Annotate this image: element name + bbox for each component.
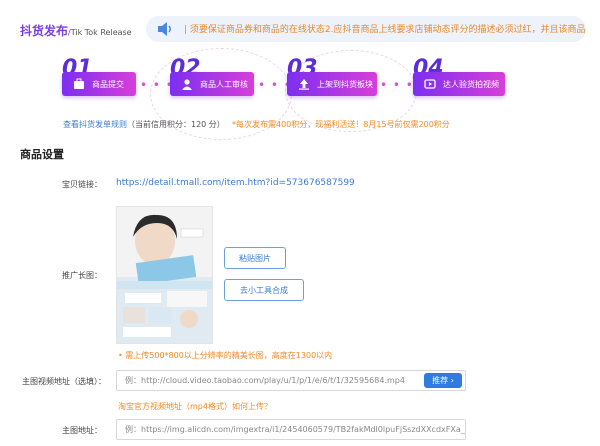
video-help-link[interactable]: 淘宝官方视频地址（mp4格式）如何上传？ — [118, 401, 272, 412]
step-商品提交: 商品提交 — [62, 72, 136, 96]
speaker-icon — [158, 22, 171, 36]
tool-compose-button[interactable]: 去小工具合成 — [224, 279, 304, 301]
cart-icon — [72, 77, 86, 91]
item-link-label: 宝贝链接： — [62, 180, 102, 189]
paste-image-button[interactable]: 粘贴图片 — [224, 247, 286, 269]
step-label: 达人验货拍视频 — [443, 79, 499, 89]
item-link-value[interactable]: https://detail.tmall.com/item.htm?id=573… — [116, 178, 355, 188]
person-icon — [180, 77, 194, 91]
step-label: 上架到抖货板块 — [317, 79, 373, 89]
image-url-label: 主图地址： — [62, 426, 102, 435]
rules-row: 查看抖货发单规则（当前信用积分：120 分） — [63, 119, 225, 130]
step-人工审核: 商品人工审核 — [170, 72, 254, 96]
rules-link[interactable]: 查看抖货发单规则 — [63, 120, 127, 129]
page-brand: 抖货发布/Tik Tok Release — [20, 22, 132, 39]
promo-text: *每次发布需400积分，现福利活送！8月15号前仅需200积分 — [232, 120, 450, 129]
image-hint: • 需上传500*800以上分辨率的精美长图，高度在1300以内 — [118, 351, 333, 360]
long-image-preview — [116, 206, 213, 344]
section-title: 商品设置 — [20, 148, 64, 161]
long-image-label: 推广长图： — [62, 271, 102, 280]
step-label: 商品提交 — [92, 79, 124, 89]
step-label: 商品人工审核 — [200, 79, 248, 89]
video-url-input[interactable]: 例：http://cloud.video.taobao.com/play/u/1… — [116, 370, 466, 391]
notice-text: | 须要保证商品券和商品的在线状态2.应抖音商品上线要求店铺动态评分的描述必须过… — [184, 25, 586, 35]
video-label: 主图视频地址（选填）： — [22, 377, 106, 386]
recommend-button[interactable]: 推荐 › — [424, 373, 462, 388]
brand-title: 抖货发布 — [20, 24, 69, 38]
upload-icon — [297, 77, 311, 91]
credit-score: （当前信用积分：120 分） — [127, 120, 225, 129]
notice-bar: | 须要保证商品券和商品的在线状态2.应抖音商品上线要求店铺动态评分的描述必须过… — [146, 16, 586, 42]
brand-subtitle: /Tik Tok Release — [68, 28, 132, 37]
step-达人验货: 达人验货拍视频 — [413, 72, 505, 96]
step-上架: 上架到抖货板块 — [287, 72, 377, 96]
video-icon — [423, 77, 437, 91]
product-photo — [117, 207, 212, 337]
image-url-input[interactable]: 例：https://img.alicdn.com/imgextra/i1/245… — [116, 419, 466, 440]
